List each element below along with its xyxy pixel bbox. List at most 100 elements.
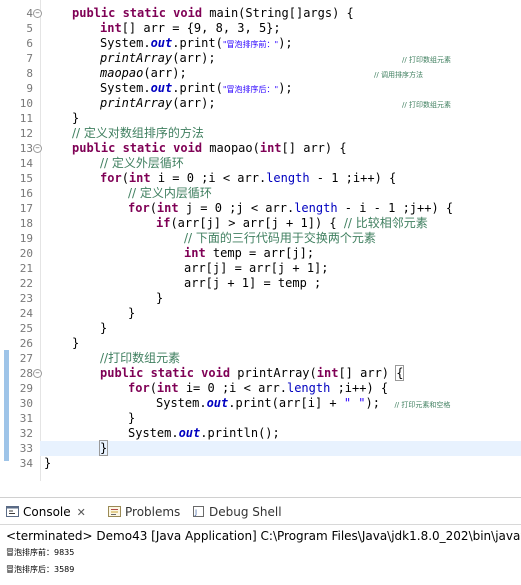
code-line[interactable]: 13 − public static void maopao(int[] arr… bbox=[0, 141, 521, 156]
code-token: .print(arr[i] + bbox=[228, 396, 344, 410]
line-number: 15 bbox=[19, 172, 33, 185]
code-line[interactable]: 19 // 下面的三行代码用于交换两个元素 bbox=[0, 231, 521, 246]
code-editor[interactable]: 4 − public static void main(String[]args… bbox=[0, 0, 521, 481]
code-line[interactable]: 32 System.out.println(); bbox=[0, 426, 521, 441]
code-token: j = 0 ;j < arr. bbox=[178, 201, 295, 215]
line-number: 26 bbox=[19, 337, 33, 350]
line-number: 6 bbox=[26, 37, 33, 50]
code-token: ( bbox=[149, 201, 157, 215]
code-line[interactable]: 25 } bbox=[0, 321, 521, 336]
line-number: 13 bbox=[19, 142, 33, 155]
debug-shell-icon: J bbox=[192, 503, 205, 517]
line-number: 29 bbox=[19, 382, 33, 395]
code-line[interactable]: 27 //打印数组元素 bbox=[0, 351, 521, 366]
code-token: (arr[j] > arr[j + 1]) { bbox=[170, 216, 344, 230]
line-number: 8 bbox=[26, 67, 33, 80]
code-line[interactable]: 33 } bbox=[0, 440, 521, 456]
code-line[interactable]: 17 for(int j = 0 ;j < arr.length - i - 1… bbox=[0, 201, 521, 216]
string-literal: " " bbox=[343, 396, 366, 410]
code-line[interactable]: 5 int[] arr = {9, 8, 3, 5}; bbox=[0, 21, 521, 36]
code-line[interactable]: 6 System.out.print("冒泡排序前："); bbox=[0, 36, 521, 51]
code-token: main(String[]args) { bbox=[209, 6, 354, 20]
code-token: arr[j + 1] = temp ; bbox=[184, 276, 322, 290]
code-comment: // 打印元素和空格 bbox=[394, 401, 451, 409]
code-token: .print( bbox=[172, 81, 223, 95]
line-number: 21 bbox=[19, 262, 33, 275]
code-line[interactable]: 24 } bbox=[0, 306, 521, 321]
code-comment: // 定义对数组排序的方法 bbox=[72, 126, 204, 140]
tab-debug-shell[interactable]: J Debug Shell bbox=[192, 502, 282, 522]
line-number: 25 bbox=[19, 322, 33, 335]
problems-icon bbox=[108, 503, 121, 517]
line-number: 24 bbox=[19, 307, 33, 320]
fold-toggle-icon[interactable]: − bbox=[33, 9, 42, 18]
close-icon[interactable]: ✕ bbox=[77, 506, 86, 519]
line-number: 11 bbox=[19, 112, 33, 125]
code-token: (arr); bbox=[172, 96, 216, 110]
code-line[interactable]: 21 arr[j] = arr[j + 1]; bbox=[0, 261, 521, 276]
code-token: ;i++) { bbox=[330, 381, 389, 395]
fold-toggle-icon[interactable]: − bbox=[33, 144, 42, 153]
line-number: 18 bbox=[19, 217, 33, 230]
line-number: 12 bbox=[19, 127, 33, 140]
code-line[interactable]: 7 printArray(arr); // 打印数组元素 bbox=[0, 51, 521, 66]
code-token: out bbox=[150, 81, 173, 95]
code-line[interactable]: 28 − public static void printArray(int[]… bbox=[0, 365, 521, 381]
tab-console[interactable]: Console ✕ bbox=[6, 502, 86, 522]
code-line[interactable]: 23 } bbox=[0, 291, 521, 306]
code-comment: // 定义内层循环 bbox=[128, 186, 212, 200]
console-output-line: 冒泡排序前：9835 bbox=[6, 548, 75, 557]
code-line[interactable]: 8 maopao(arr); // 调用排序方法 bbox=[0, 66, 521, 81]
code-token: length bbox=[294, 201, 338, 215]
code-token: } bbox=[72, 111, 80, 125]
code-token: } bbox=[128, 411, 136, 425]
code-token: printArray bbox=[100, 96, 173, 110]
code-line[interactable]: 4 − public static void main(String[]args… bbox=[0, 6, 521, 21]
code-token: int bbox=[156, 381, 179, 395]
tab-label: Problems bbox=[125, 505, 181, 519]
code-line[interactable]: 16 // 定义内层循环 bbox=[0, 186, 521, 201]
string-literal: "冒泡排序后：" bbox=[222, 85, 279, 94]
code-line[interactable]: 10 printArray(arr); // 打印数组元素 bbox=[0, 96, 521, 111]
code-line[interactable]: 29 for(int i= 0 ;i < arr.length ;i++) { bbox=[0, 381, 521, 396]
code-token: int bbox=[259, 141, 282, 155]
code-token: ); bbox=[278, 36, 293, 50]
matching-bracket: { bbox=[395, 365, 405, 381]
line-number: 32 bbox=[19, 427, 33, 440]
line-number: 9 bbox=[26, 82, 33, 95]
code-line[interactable]: 14 // 定义外层循环 bbox=[0, 156, 521, 171]
code-line[interactable]: 12 // 定义对数组排序的方法 bbox=[0, 126, 521, 141]
line-number: 23 bbox=[19, 292, 33, 305]
code-token: System. bbox=[100, 81, 151, 95]
line-number: 30 bbox=[19, 397, 33, 410]
code-token: printArray( bbox=[237, 366, 317, 380]
code-line[interactable]: 31 } bbox=[0, 411, 521, 426]
code-token: .println(); bbox=[200, 426, 280, 440]
code-line[interactable]: 15 for(int i = 0 ;i < arr.length - 1 ;i+… bbox=[0, 171, 521, 186]
line-number: 7 bbox=[26, 52, 33, 65]
line-number: 33 bbox=[19, 442, 33, 455]
code-token: temp = arr[j]; bbox=[205, 246, 315, 260]
code-token: printArray bbox=[100, 51, 173, 65]
code-line[interactable]: 20 int temp = arr[j]; bbox=[0, 246, 521, 261]
code-token: - 1 ;i++) { bbox=[309, 171, 397, 185]
code-token: } bbox=[156, 291, 164, 305]
code-line[interactable]: 22 arr[j + 1] = temp ; bbox=[0, 276, 521, 291]
code-token: (arr); bbox=[172, 51, 216, 65]
fold-toggle-icon[interactable]: − bbox=[33, 369, 42, 378]
line-number: 34 bbox=[19, 457, 33, 470]
code-line[interactable]: 26 } bbox=[0, 336, 521, 351]
code-line[interactable]: 34 } bbox=[0, 456, 521, 471]
code-token: ( bbox=[149, 381, 157, 395]
code-comment: // 打印数组元素 bbox=[402, 56, 451, 64]
code-token: maopao bbox=[100, 66, 144, 80]
code-line[interactable]: 30 System.out.print(arr[i] + " "); // 打印… bbox=[0, 396, 521, 411]
code-line[interactable]: 11 } bbox=[0, 111, 521, 126]
code-line[interactable]: 9 System.out.print("冒泡排序后："); bbox=[0, 81, 521, 96]
console-output-line: 冒泡排序后：3589 bbox=[6, 565, 75, 574]
line-number: 20 bbox=[19, 247, 33, 260]
code-line[interactable]: 18 if(arr[j] > arr[j + 1]) { // 比较相邻元素 bbox=[0, 216, 521, 231]
code-token: public static void bbox=[72, 6, 210, 20]
tab-problems[interactable]: Problems bbox=[108, 502, 180, 522]
line-number: 31 bbox=[19, 412, 33, 425]
